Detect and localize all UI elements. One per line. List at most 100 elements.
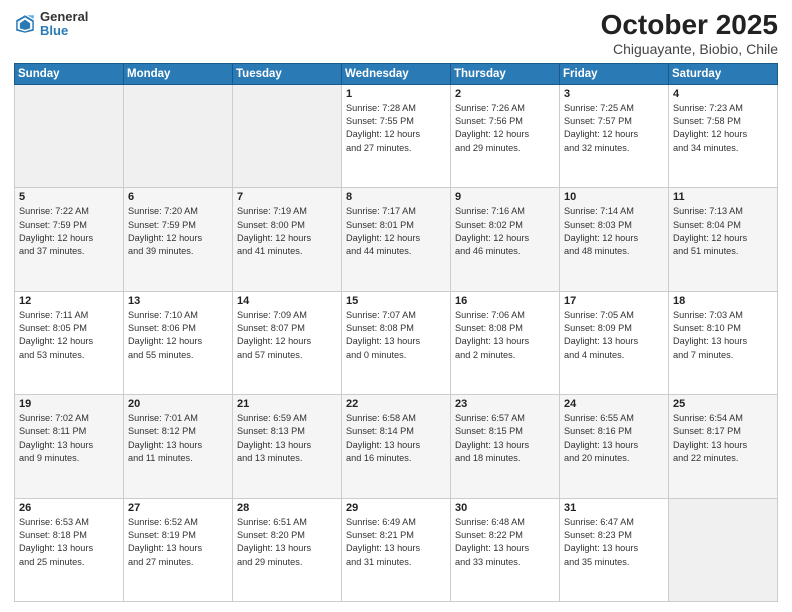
day-cell: 28 Sunrise: 6:51 AM Sunset: 8:20 PM Dayli… <box>233 498 342 601</box>
day-cell: 8 Sunrise: 7:17 AM Sunset: 8:01 PM Daylig… <box>342 188 451 291</box>
day-number: 17 <box>564 295 664 307</box>
day-info: Sunrise: 7:03 AM Sunset: 8:10 PM Dayligh… <box>673 309 773 362</box>
day-cell: 20Sunrise: 7:01 AM Sunset: 8:12 PM Dayli… <box>124 395 233 498</box>
day-header-friday: Friday <box>560 63 669 84</box>
day-info: Sunrise: 6:48 AM Sunset: 8:22 PM Dayligh… <box>455 516 555 569</box>
day-info: Sunrise: 7:01 AM Sunset: 8:12 PM Dayligh… <box>128 412 228 465</box>
day-cell: 30 Sunrise: 6:48 AM Sunset: 8:22 PM Dayli… <box>451 498 560 601</box>
day-cell: 2Sunrise: 7:26 AM Sunset: 7:56 PM Daylig… <box>451 84 560 187</box>
day-cell: 27 Sunrise: 6:52 AM Sunset: 8:19 PM Dayli… <box>124 498 233 601</box>
day-header-monday: Monday <box>124 63 233 84</box>
day-cell: 14Sunrise: 7:09 AM Sunset: 8:07 PM Dayli… <box>233 291 342 394</box>
day-info: Sunrise: 6:47 AM Sunset: 8:23 PM Dayligh… <box>564 516 664 569</box>
calendar-title: October 2025 <box>601 10 778 41</box>
day-info: Sunrise: 7:19 AM Sunset: 8:00 PM Dayligh… <box>237 205 337 258</box>
day-number: 18 <box>673 295 773 307</box>
day-info: Sunrise: 7:20 AM Sunset: 7:59 PM Dayligh… <box>128 205 228 258</box>
day-info: Sunrise: 7:11 AM Sunset: 8:05 PM Dayligh… <box>19 309 119 362</box>
day-number: 9 <box>455 191 555 203</box>
day-info: Sunrise: 7:10 AM Sunset: 8:06 PM Dayligh… <box>128 309 228 362</box>
day-cell: 7 Sunrise: 7:19 AM Sunset: 8:00 PM Daylig… <box>233 188 342 291</box>
day-number: 31 <box>564 502 664 514</box>
day-cell: 25 Sunrise: 6:54 AM Sunset: 8:17 PM Dayli… <box>669 395 778 498</box>
day-cell: 16 Sunrise: 7:06 AM Sunset: 8:08 PM Dayli… <box>451 291 560 394</box>
day-number: 27 <box>128 502 228 514</box>
day-number: 4 <box>673 88 773 100</box>
day-number: 6 <box>128 191 228 203</box>
day-number: 7 <box>237 191 337 203</box>
day-cell: 12 Sunrise: 7:11 AM Sunset: 8:05 PM Dayli… <box>15 291 124 394</box>
day-number: 11 <box>673 191 773 203</box>
day-info: Sunrise: 6:54 AM Sunset: 8:17 PM Dayligh… <box>673 412 773 465</box>
day-info: Sunrise: 7:28 AM Sunset: 7:55 PM Dayligh… <box>346 102 446 155</box>
day-cell: 6 Sunrise: 7:20 AM Sunset: 7:59 PM Daylig… <box>124 188 233 291</box>
day-number: 19 <box>19 398 119 410</box>
day-number: 5 <box>19 191 119 203</box>
day-cell <box>124 84 233 187</box>
day-info: Sunrise: 7:13 AM Sunset: 8:04 PM Dayligh… <box>673 205 773 258</box>
week-row-4: 19 Sunrise: 7:02 AM Sunset: 8:11 PM Dayli… <box>15 395 778 498</box>
day-number: 30 <box>455 502 555 514</box>
week-row-1: 1Sunrise: 7:28 AM Sunset: 7:55 PM Daylig… <box>15 84 778 187</box>
day-cell: 3 Sunrise: 7:25 AM Sunset: 7:57 PM Daylig… <box>560 84 669 187</box>
day-cell: 22 Sunrise: 6:58 AM Sunset: 8:14 PM Dayli… <box>342 395 451 498</box>
day-cell: 21 Sunrise: 6:59 AM Sunset: 8:13 PM Dayli… <box>233 395 342 498</box>
day-cell: 9 Sunrise: 7:16 AM Sunset: 8:02 PM Daylig… <box>451 188 560 291</box>
day-number: 29 <box>346 502 446 514</box>
day-header-tuesday: Tuesday <box>233 63 342 84</box>
day-number: 3 <box>564 88 664 100</box>
day-info: Sunrise: 7:05 AM Sunset: 8:09 PM Dayligh… <box>564 309 664 362</box>
day-cell: 24Sunrise: 6:55 AM Sunset: 8:16 PM Dayli… <box>560 395 669 498</box>
day-info: Sunrise: 6:55 AM Sunset: 8:16 PM Dayligh… <box>564 412 664 465</box>
day-header-sunday: Sunday <box>15 63 124 84</box>
day-cell: 19 Sunrise: 7:02 AM Sunset: 8:11 PM Dayli… <box>15 395 124 498</box>
day-cell: 15Sunrise: 7:07 AM Sunset: 8:08 PM Dayli… <box>342 291 451 394</box>
header: General Blue October 2025 Chiguayante, B… <box>14 10 778 57</box>
day-info: Sunrise: 7:06 AM Sunset: 8:08 PM Dayligh… <box>455 309 555 362</box>
day-cell: 5Sunrise: 7:22 AM Sunset: 7:59 PM Daylig… <box>15 188 124 291</box>
day-info: Sunrise: 6:58 AM Sunset: 8:14 PM Dayligh… <box>346 412 446 465</box>
day-info: Sunrise: 7:14 AM Sunset: 8:03 PM Dayligh… <box>564 205 664 258</box>
week-row-3: 12 Sunrise: 7:11 AM Sunset: 8:05 PM Dayli… <box>15 291 778 394</box>
title-block: October 2025 Chiguayante, Biobio, Chile <box>601 10 778 57</box>
logo-line2: Blue <box>40 24 88 38</box>
day-info: Sunrise: 7:17 AM Sunset: 8:01 PM Dayligh… <box>346 205 446 258</box>
day-info: Sunrise: 6:52 AM Sunset: 8:19 PM Dayligh… <box>128 516 228 569</box>
day-info: Sunrise: 6:49 AM Sunset: 8:21 PM Dayligh… <box>346 516 446 569</box>
day-info: Sunrise: 7:09 AM Sunset: 8:07 PM Dayligh… <box>237 309 337 362</box>
day-number: 8 <box>346 191 446 203</box>
week-row-5: 26 Sunrise: 6:53 AM Sunset: 8:18 PM Dayli… <box>15 498 778 601</box>
day-number: 22 <box>346 398 446 410</box>
day-number: 12 <box>19 295 119 307</box>
logo: General Blue <box>14 10 88 39</box>
day-cell: 11 Sunrise: 7:13 AM Sunset: 8:04 PM Dayli… <box>669 188 778 291</box>
day-number: 25 <box>673 398 773 410</box>
day-info: Sunrise: 7:26 AM Sunset: 7:56 PM Dayligh… <box>455 102 555 155</box>
day-number: 28 <box>237 502 337 514</box>
day-info: Sunrise: 7:23 AM Sunset: 7:58 PM Dayligh… <box>673 102 773 155</box>
day-number: 21 <box>237 398 337 410</box>
day-info: Sunrise: 6:53 AM Sunset: 8:18 PM Dayligh… <box>19 516 119 569</box>
day-cell: 17 Sunrise: 7:05 AM Sunset: 8:09 PM Dayli… <box>560 291 669 394</box>
day-cell <box>233 84 342 187</box>
day-header-wednesday: Wednesday <box>342 63 451 84</box>
day-cell: 18 Sunrise: 7:03 AM Sunset: 8:10 PM Dayli… <box>669 291 778 394</box>
calendar-subtitle: Chiguayante, Biobio, Chile <box>601 41 778 57</box>
day-cell: 26 Sunrise: 6:53 AM Sunset: 8:18 PM Dayli… <box>15 498 124 601</box>
day-info: Sunrise: 7:16 AM Sunset: 8:02 PM Dayligh… <box>455 205 555 258</box>
day-number: 16 <box>455 295 555 307</box>
day-cell <box>15 84 124 187</box>
day-number: 10 <box>564 191 664 203</box>
calendar-table: SundayMondayTuesdayWednesdayThursdayFrid… <box>14 63 778 602</box>
day-info: Sunrise: 6:59 AM Sunset: 8:13 PM Dayligh… <box>237 412 337 465</box>
day-info: Sunrise: 6:51 AM Sunset: 8:20 PM Dayligh… <box>237 516 337 569</box>
day-info: Sunrise: 7:25 AM Sunset: 7:57 PM Dayligh… <box>564 102 664 155</box>
day-cell: 23Sunrise: 6:57 AM Sunset: 8:15 PM Dayli… <box>451 395 560 498</box>
day-cell: 29 Sunrise: 6:49 AM Sunset: 8:21 PM Dayli… <box>342 498 451 601</box>
day-cell <box>669 498 778 601</box>
logo-text: General Blue <box>40 10 88 39</box>
day-cell: 1Sunrise: 7:28 AM Sunset: 7:55 PM Daylig… <box>342 84 451 187</box>
day-info: Sunrise: 7:02 AM Sunset: 8:11 PM Dayligh… <box>19 412 119 465</box>
day-cell: 4 Sunrise: 7:23 AM Sunset: 7:58 PM Daylig… <box>669 84 778 187</box>
day-number: 26 <box>19 502 119 514</box>
